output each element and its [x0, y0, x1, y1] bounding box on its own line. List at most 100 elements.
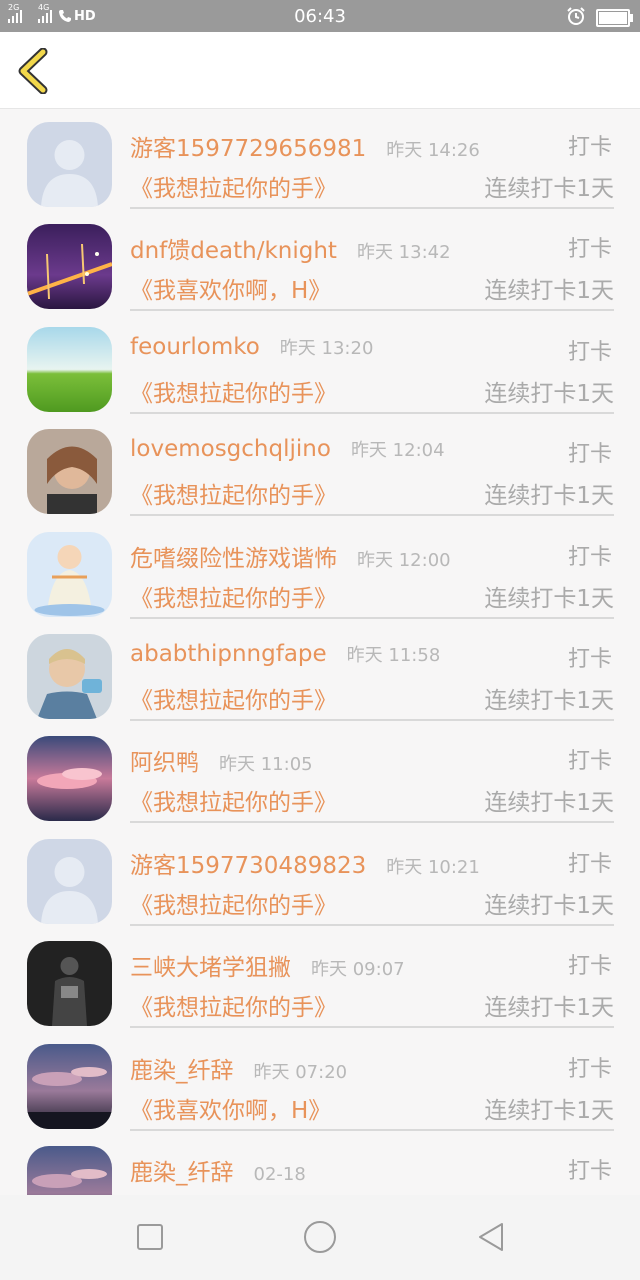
avatar[interactable]	[27, 1043, 112, 1129]
avatar[interactable]	[27, 838, 112, 924]
entry-content: dnf馈death/knight 昨天 13:42 打卡 《我喜欢你啊，H》 连…	[130, 211, 614, 312]
entry-content: 游客1597730489823 昨天 10:21 打卡 《我想拉起你的手》 连续…	[130, 826, 614, 926]
entry-header: ababthipnngfape 昨天 11:58 打卡	[130, 641, 614, 672]
streak-label: 连续打卡1天	[484, 790, 614, 817]
song-title[interactable]: 《我想拉起你的手》	[130, 476, 337, 510]
guanyin-avatar	[27, 531, 112, 617]
song-title[interactable]: 《我想拉起你的手》	[130, 374, 337, 408]
checkin-time: 02-18	[253, 1164, 306, 1185]
green-field-avatar	[27, 326, 112, 412]
dark-figure-avatar	[27, 941, 112, 1027]
entry-content: 三峡大堵学狙撇 昨天 09:07 打卡 《我想拉起你的手》 连续打卡1天	[130, 928, 614, 1029]
default-avatar	[27, 838, 112, 924]
alarm-icon	[566, 6, 586, 30]
checkin-list[interactable]: 游客1597729656981 昨天 14:26 打卡 《我想拉起你的手》 连续…	[0, 109, 640, 1195]
list-item[interactable]: ababthipnngfape 昨天 11:58 打卡 《我想拉起你的手》 连续…	[0, 621, 640, 723]
pink-clouds-avatar	[27, 736, 112, 822]
checkin-time: 昨天 13:42	[356, 242, 451, 264]
user-name[interactable]: ababthipnngfape	[130, 641, 327, 667]
streak-label: 连续打卡1天	[484, 585, 614, 612]
checkin-time: 昨天 11:58	[346, 645, 441, 666]
woman-portrait-avatar	[27, 429, 112, 515]
song-title[interactable]: 《我想拉起你的手》	[130, 681, 337, 715]
streak-label: 连续打卡1天	[484, 1097, 614, 1124]
avatar[interactable]	[27, 531, 112, 617]
recent-apps-icon	[137, 1224, 163, 1250]
user-name[interactable]: dnf馈death/knight	[130, 231, 337, 265]
entry-detail: 《我喜欢你啊，H》 连续打卡1天	[130, 1091, 614, 1124]
avatar[interactable]	[27, 1146, 112, 1195]
user-name[interactable]: 危嗜缀险性游戏谐怖	[130, 539, 337, 573]
checkin-time: 昨天 12:00	[357, 549, 451, 571]
list-item[interactable]: 游客1597729656981 昨天 14:26 打卡 《我想拉起你的手》 连续…	[0, 109, 640, 211]
user-name[interactable]: 阿织鸭	[130, 743, 199, 777]
entry-header: 危嗜缀险性游戏谐怖 昨天 12:00 打卡	[130, 539, 614, 572]
entry-header: 鹿染_纤辞 昨天 07:20 打卡	[130, 1051, 614, 1084]
streak-label: 连续打卡1天	[484, 483, 614, 510]
list-item[interactable]: lovemosgchqljino 昨天 12:04 打卡 《我想拉起你的手》 连…	[0, 416, 640, 518]
entry-content: 鹿染_纤辞 02-18 打卡	[130, 1133, 614, 1195]
song-title[interactable]: 《我想拉起你的手》	[130, 988, 337, 1022]
status-right	[566, 6, 633, 30]
song-title[interactable]: 《我想拉起你的手》	[130, 169, 337, 203]
list-item[interactable]: 危嗜缀险性游戏谐怖 昨天 12:00 打卡 《我想拉起你的手》 连续打卡1天	[0, 519, 640, 621]
entry-content: lovemosgchqljino 昨天 12:04 打卡 《我想拉起你的手》 连…	[130, 416, 614, 517]
entry-detail: 《我想拉起你的手》 连续打卡1天	[130, 886, 614, 919]
list-item[interactable]: 游客1597730489823 昨天 10:21 打卡 《我想拉起你的手》 连续…	[0, 826, 640, 928]
entry-content: 阿织鸭 昨天 11:05 打卡 《我想拉起你的手》 连续打卡1天	[130, 723, 614, 824]
back-nav-button[interactable]	[468, 1215, 512, 1259]
avatar[interactable]	[27, 224, 112, 310]
checkin-time: 昨天 10:21	[386, 856, 480, 878]
user-name[interactable]: 游客1597730489823	[130, 846, 366, 880]
checkin-label: 打卡	[567, 749, 612, 775]
header-bar	[0, 32, 640, 109]
song-title[interactable]: 《我喜欢你啊，H》	[130, 1091, 331, 1125]
streak-label: 连续打卡1天	[484, 995, 614, 1022]
user-name[interactable]: 鹿染_纤辞	[130, 1153, 234, 1187]
list-item[interactable]: feourlomko 昨天 13:20 打卡 《我想拉起你的手》 连续打卡1天	[0, 314, 640, 416]
user-name[interactable]: feourlomko	[130, 334, 260, 360]
streak-label: 连续打卡1天	[484, 892, 614, 919]
entry-header: 三峡大堵学狙撇 昨天 09:07 打卡	[130, 948, 614, 981]
checkin-time: 昨天 14:26	[386, 140, 480, 161]
home-icon	[304, 1221, 336, 1253]
avatar[interactable]	[27, 429, 112, 515]
entry-header: feourlomko 昨天 13:20 打卡	[130, 334, 614, 365]
avatar[interactable]	[27, 122, 112, 207]
song-title[interactable]: 《我想拉起你的手》	[130, 783, 337, 817]
list-item[interactable]: 阿织鸭 昨天 11:05 打卡 《我想拉起你的手》 连续打卡1天	[0, 723, 640, 825]
entry-content: 危嗜缀险性游戏谐怖 昨天 12:00 打卡 《我想拉起你的手》 连续打卡1天	[130, 519, 614, 619]
entry-content: 鹿染_纤辞 昨天 07:20 打卡 《我喜欢你啊，H》 连续打卡1天	[130, 1031, 614, 1131]
back-button[interactable]	[10, 46, 60, 96]
recent-apps-button[interactable]	[128, 1215, 172, 1259]
list-item[interactable]: 鹿染_纤辞 02-18 打卡	[0, 1133, 640, 1195]
avatar[interactable]	[27, 326, 112, 412]
status-time: 06:43	[294, 6, 346, 27]
user-name[interactable]: 三峡大堵学狙撇	[130, 948, 291, 982]
list-item[interactable]: dnf馈death/knight 昨天 13:42 打卡 《我喜欢你啊，H》 连…	[0, 211, 640, 313]
user-name[interactable]: 游客1597729656981	[130, 129, 366, 163]
entry-header: 阿织鸭 昨天 11:05 打卡	[130, 743, 614, 776]
list-item[interactable]: 鹿染_纤辞 昨天 07:20 打卡 《我喜欢你啊，H》 连续打卡1天	[0, 1031, 640, 1133]
avatar[interactable]	[27, 941, 112, 1027]
checkin-label: 打卡	[567, 339, 612, 365]
status-bar: 2G 4G HD 06:43	[0, 0, 640, 32]
user-name[interactable]: lovemosgchqljino	[130, 436, 331, 462]
song-title[interactable]: 《我想拉起你的手》	[130, 886, 337, 920]
streak-label: 连续打卡1天	[484, 176, 614, 202]
song-title[interactable]: 《我喜欢你啊，H》	[130, 271, 331, 305]
list-item[interactable]: 三峡大堵学狙撇 昨天 09:07 打卡 《我想拉起你的手》 连续打卡1天	[0, 928, 640, 1030]
checkin-label: 打卡	[567, 954, 612, 980]
avatar[interactable]	[27, 736, 112, 822]
battery-icon	[596, 9, 633, 27]
entry-content: 游客1597729656981 昨天 14:26 打卡 《我想拉起你的手》 连续…	[130, 109, 614, 209]
avatar[interactable]	[27, 634, 112, 719]
home-button[interactable]	[298, 1215, 342, 1259]
streak-label: 连续打卡1天	[484, 688, 614, 714]
checkin-label: 打卡	[567, 647, 612, 672]
entry-detail: 《我想拉起你的手》 连续打卡1天	[130, 169, 614, 202]
checkin-time: 昨天 11:05	[219, 754, 313, 776]
entry-detail: 《我想拉起你的手》 连续打卡1天	[130, 988, 614, 1021]
song-title[interactable]: 《我想拉起你的手》	[130, 579, 337, 613]
user-name[interactable]: 鹿染_纤辞	[130, 1051, 234, 1085]
